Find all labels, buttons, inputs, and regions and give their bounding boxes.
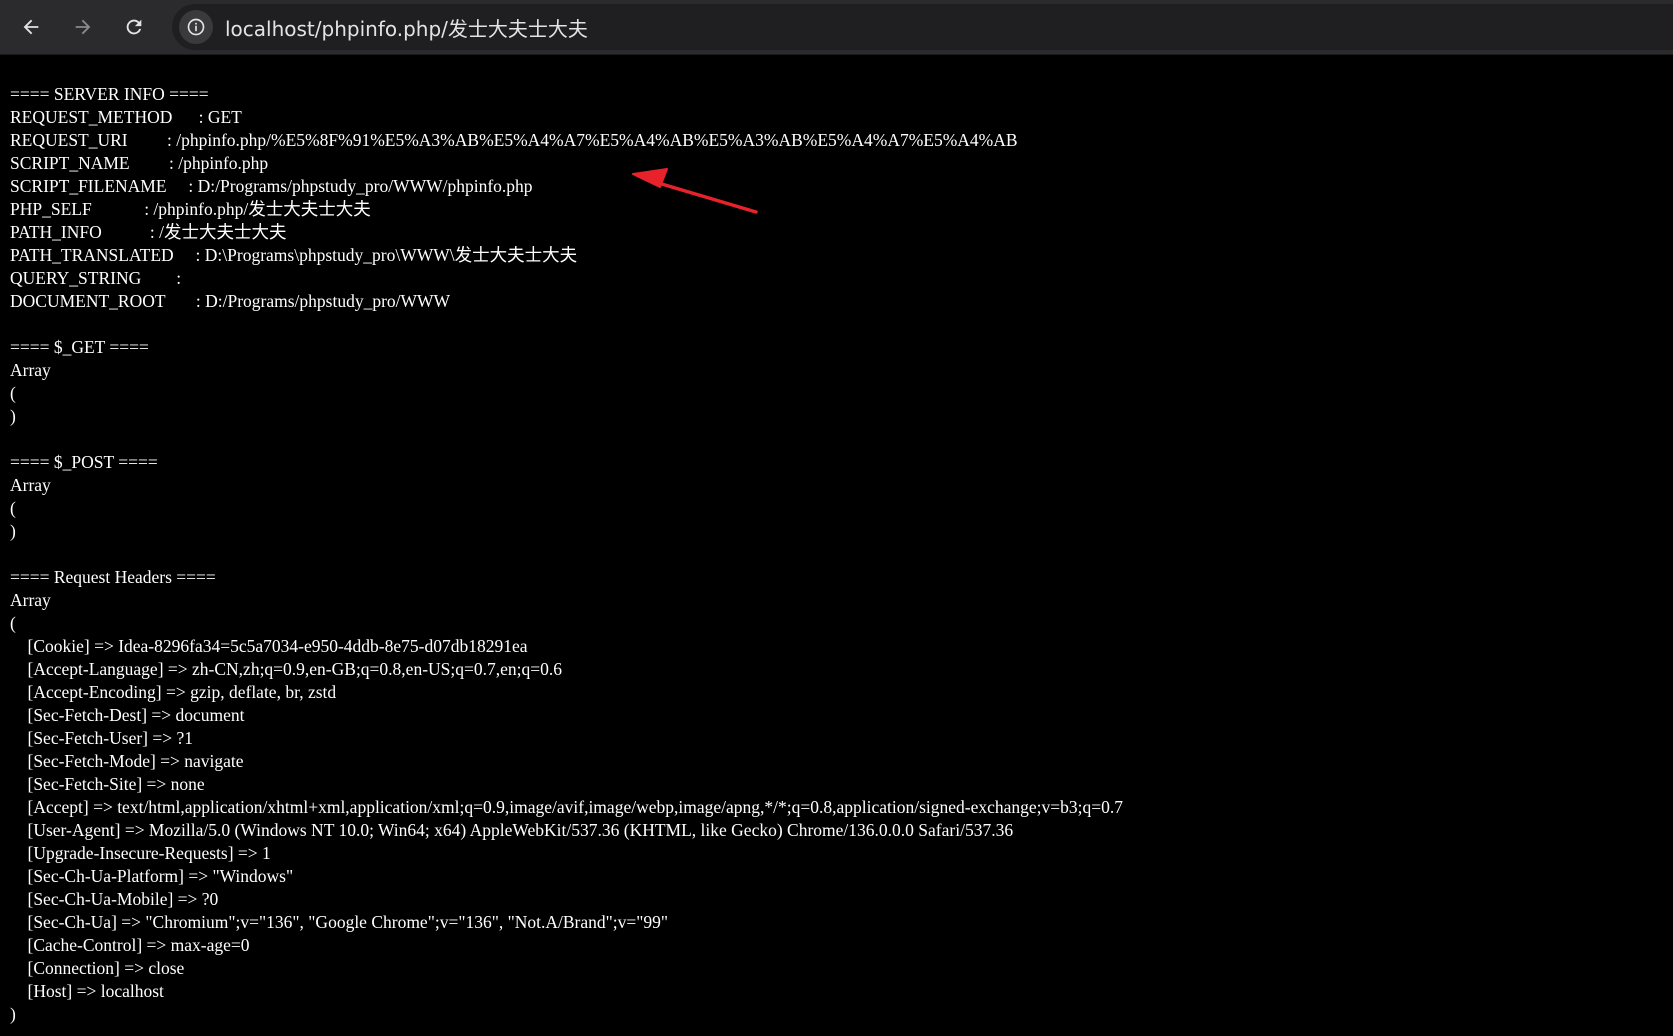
output-line: PHP_SELF : /phpinfo.php/发士大夫士大夫 [10, 199, 371, 219]
info-icon [187, 18, 205, 36]
output-line: ==== $_POST ==== [10, 452, 158, 472]
output-line: REQUEST_URI : /phpinfo.php/%E5%8F%91%E5%… [10, 130, 1018, 150]
forward-button[interactable] [65, 9, 101, 45]
output-line: [User-Agent] => Mozilla/5.0 (Windows NT … [10, 820, 1014, 840]
output-line: Array [10, 475, 51, 495]
output-line: [Sec-Ch-Ua-Platform] => "Windows" [10, 866, 294, 886]
back-button[interactable] [13, 9, 49, 45]
output-line: [Sec-Fetch-User] => ?1 [10, 728, 194, 748]
reload-button[interactable] [116, 9, 152, 45]
output-line: [Upgrade-Insecure-Requests] => 1 [10, 843, 271, 863]
page-content: ==== SERVER INFO ==== REQUEST_METHOD : GE… [0, 56, 1673, 1036]
address-bar[interactable]: localhost/phpinfo.php/发士大夫士大夫 [172, 4, 1673, 50]
site-info-button[interactable] [179, 10, 213, 44]
output-line: ) [10, 521, 16, 541]
output-line: Array [10, 360, 51, 380]
output-line: ( [10, 613, 16, 633]
output-line: DOCUMENT_ROOT : D:/Programs/phpstudy_pro… [10, 291, 451, 311]
output-line: ) [10, 406, 16, 426]
output-line: ( [10, 498, 16, 518]
output-line: [Accept] => text/html,application/xhtml+… [10, 797, 1124, 817]
browser-toolbar: localhost/phpinfo.php/发士大夫士大夫 [0, 0, 1673, 55]
output-line: REQUEST_METHOD : GET [10, 107, 242, 127]
output-line: SCRIPT_FILENAME : D:/Programs/phpstudy_p… [10, 176, 533, 196]
url-text[interactable]: localhost/phpinfo.php/发士大夫士大夫 [225, 13, 588, 42]
reload-icon [126, 19, 142, 35]
output-line: [Sec-Fetch-Mode] => navigate [10, 751, 244, 771]
output-line: PATH_INFO : /发士大夫士大夫 [10, 222, 287, 242]
output-line: [Sec-Ch-Ua-Mobile] => ?0 [10, 889, 219, 909]
output-line: ==== SERVER INFO ==== [10, 84, 209, 104]
output-line: [Accept-Encoding] => gzip, deflate, br, … [10, 682, 337, 702]
output-line: ) [10, 1004, 16, 1024]
php-output: ==== SERVER INFO ==== REQUEST_METHOD : GE… [10, 83, 1123, 1026]
output-line: [Sec-Fetch-Site] => none [10, 774, 205, 794]
output-line: [Connection] => close [10, 958, 185, 978]
output-line: ==== Request Headers ==== [10, 567, 216, 587]
arrow-left-icon [23, 19, 39, 35]
output-line: [Host] => localhost [10, 981, 164, 1001]
output-line: QUERY_STRING : [10, 268, 182, 288]
output-line: [Accept-Language] => zh-CN,zh;q=0.9,en-G… [10, 659, 563, 679]
output-line: [Cookie] => Idea-8296fa34=5c5a7034-e950-… [10, 636, 528, 656]
output-line: [Cache-Control] => max-age=0 [10, 935, 250, 955]
output-line: ( [10, 383, 16, 403]
output-line: [Sec-Fetch-Dest] => document [10, 705, 245, 725]
output-line: SCRIPT_NAME : /phpinfo.php [10, 153, 269, 173]
output-line: Array [10, 590, 51, 610]
output-line: [Sec-Ch-Ua] => "Chromium";v="136", "Goog… [10, 912, 669, 932]
output-line: ==== $_GET ==== [10, 337, 149, 357]
arrow-right-icon [75, 19, 91, 35]
output-line: PATH_TRANSLATED : D:\Programs\phpstudy_p… [10, 245, 578, 265]
